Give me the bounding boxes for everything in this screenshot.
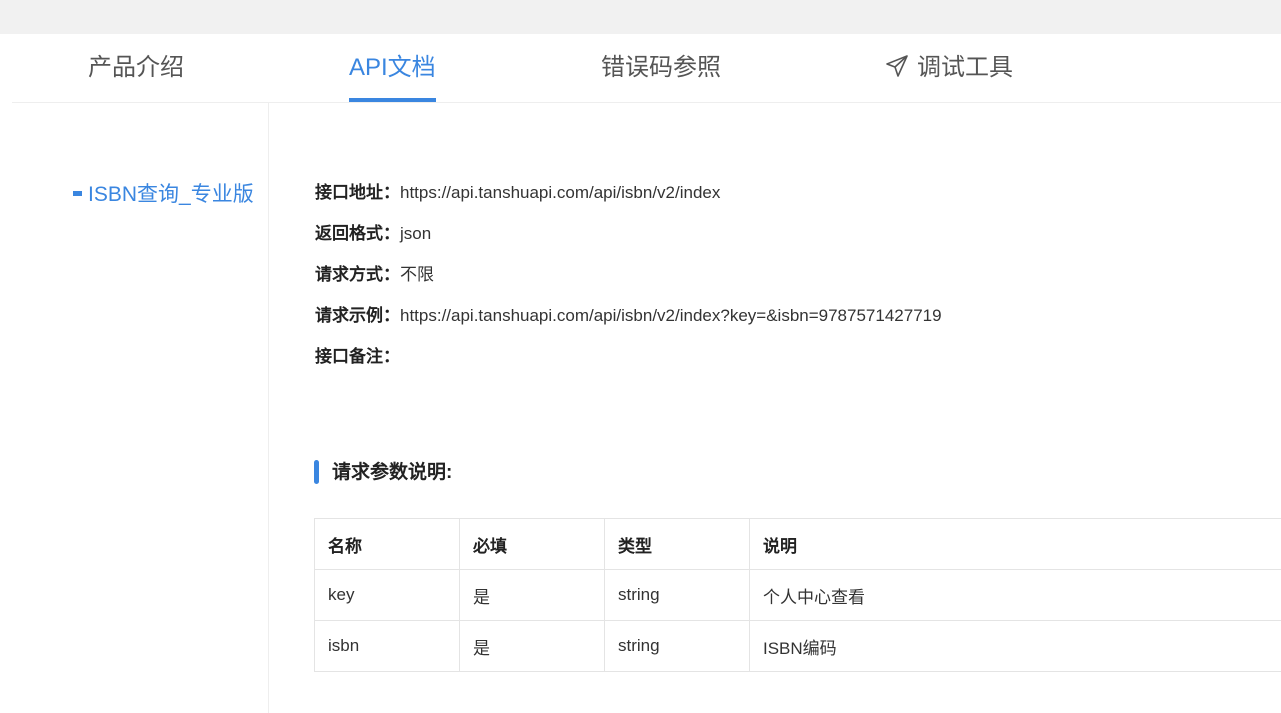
format-value: json — [400, 224, 432, 243]
example-label: 请求示例： — [315, 306, 400, 325]
sidebar-item-label: ISBN查询_专业版 — [88, 183, 254, 206]
method-value: 不限 — [400, 265, 434, 284]
header-description: 说明 — [749, 518, 1281, 570]
cell-required: 是 — [459, 620, 605, 672]
send-icon — [885, 37, 909, 77]
cell-required: 是 — [459, 569, 605, 621]
cell-name: isbn — [314, 620, 460, 672]
header-name: 名称 — [314, 518, 460, 570]
format-label: 返回格式： — [315, 224, 400, 243]
endpoint-label: 接口地址： — [315, 183, 400, 202]
header-required: 必填 — [459, 518, 605, 570]
cell-description: 个人中心查看 — [749, 569, 1281, 621]
remark-label: 接口备注： — [315, 347, 400, 366]
tab-product-intro[interactable]: 产品介绍 — [88, 34, 184, 102]
info-row-example: 请求示例：https://api.tanshuapi.com/api/isbn/… — [315, 301, 942, 342]
tab-bar: 产品介绍 API文档 错误码参照 调试工具 — [12, 34, 1281, 103]
tab-error-codes[interactable]: 错误码参照 — [601, 34, 721, 102]
sidebar: ISBN查询_专业版 — [0, 102, 269, 713]
tab-label: 调试工具 — [917, 54, 1013, 81]
tab-debug-tool[interactable]: 调试工具 — [885, 34, 1013, 102]
info-row-endpoint: 接口地址：https://api.tanshuapi.com/api/isbn/… — [315, 178, 942, 219]
api-info: 接口地址：https://api.tanshuapi.com/api/isbn/… — [315, 178, 942, 383]
tab-api-docs[interactable]: API文档 — [349, 34, 436, 102]
example-value: https://api.tanshuapi.com/api/isbn/v2/in… — [400, 306, 942, 325]
cell-type: string — [604, 569, 750, 621]
params-section-title: 请求参数说明: — [314, 460, 452, 486]
info-row-method: 请求方式：不限 — [315, 260, 942, 301]
section-title-text: 请求参数说明: — [332, 462, 453, 483]
active-tab-underline — [349, 98, 436, 102]
top-strip — [0, 0, 1281, 34]
cell-description: ISBN编码 — [749, 620, 1281, 672]
tab-label: 产品介绍 — [88, 54, 184, 81]
endpoint-value: https://api.tanshuapi.com/api/isbn/v2/in… — [400, 183, 721, 202]
table-row: isbn 是 string ISBN编码 — [314, 620, 1281, 672]
method-label: 请求方式： — [315, 265, 400, 284]
header-type: 类型 — [604, 518, 750, 570]
bullet-icon — [73, 191, 82, 196]
info-row-remark: 接口备注： — [315, 342, 942, 383]
table-row: key 是 string 个人中心查看 — [314, 569, 1281, 621]
cell-name: key — [314, 569, 460, 621]
table-header-row: 名称 必填 类型 说明 — [314, 518, 1281, 570]
section-accent-bar — [314, 460, 319, 484]
info-row-format: 返回格式：json — [315, 219, 942, 260]
tab-label: API文档 — [349, 54, 436, 81]
tab-label: 错误码参照 — [601, 54, 721, 81]
sidebar-item-isbn-pro[interactable]: ISBN查询_专业版 — [73, 180, 254, 210]
cell-type: string — [604, 620, 750, 672]
params-table: 名称 必填 类型 说明 key 是 string 个人中心查看 isbn 是 s… — [314, 518, 1281, 672]
